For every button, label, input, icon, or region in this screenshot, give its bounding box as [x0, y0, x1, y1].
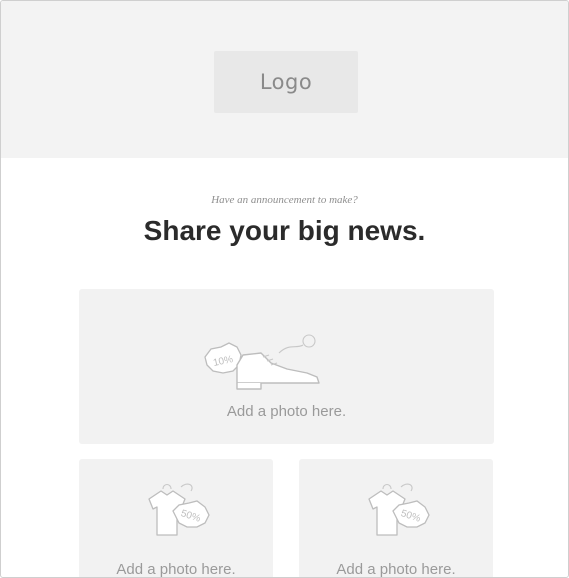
header-section: Logo — [1, 1, 568, 158]
photo-placeholder-label: Add a photo here. — [336, 561, 456, 578]
photo-placeholder-label: Add a photo here. — [226, 403, 347, 420]
headline: Share your big news. — [143, 215, 426, 246]
photo-placeholder-card-right[interactable]: 50% Add a photo here. — [299, 459, 493, 578]
shirt-sale-icon: 50% — [368, 483, 430, 536]
photo-placeholder-card-large[interactable]: 10% Add a photo here. — [79, 289, 494, 444]
photo-placeholder-card-left[interactable]: 50% Add a photo here. — [79, 459, 273, 578]
logo-label: Logo — [259, 70, 313, 94]
tagline: Have an announcement to make? — [211, 194, 358, 206]
shoe-sale-icon: 10% — [204, 334, 320, 390]
photo-placeholder-label: Add a photo here. — [116, 561, 236, 578]
email-template-preview: Logo Have an announcement to make? Share… — [0, 0, 569, 578]
shirt-sale-icon: 50% — [148, 483, 210, 536]
logo-placeholder[interactable]: Logo — [214, 51, 358, 113]
